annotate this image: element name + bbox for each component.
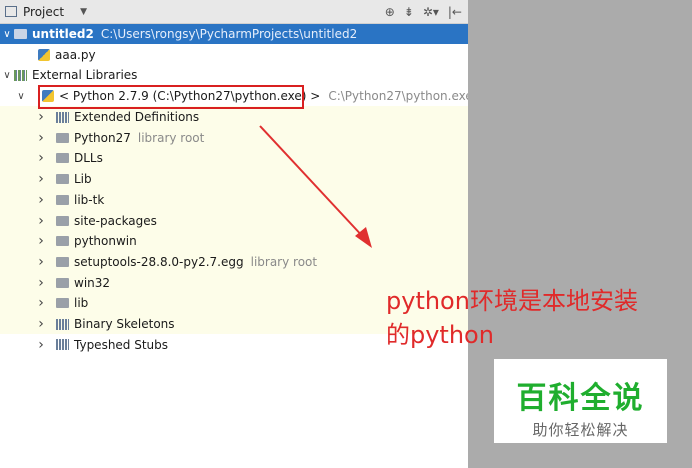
chevron-right-icon[interactable]: › [34, 109, 48, 125]
folder-icon [56, 132, 69, 143]
library-item-label: win32 [74, 275, 111, 290]
tree-row-library-item[interactable]: › Typeshed Stubs [34, 335, 168, 355]
tree-row-library-item[interactable]: › win32 [34, 273, 110, 293]
library-item-label: DLLs [74, 151, 103, 166]
folder-icon [14, 29, 27, 39]
folder-icon [56, 215, 69, 226]
tree-row-project-root[interactable]: ∨ untitled2 C:\Users\rongsy\PycharmProje… [0, 24, 468, 44]
library-item-label: lib-tk [74, 192, 105, 207]
folder-icon [56, 277, 69, 288]
tree-row-library-item[interactable]: › lib [34, 293, 88, 313]
project-name: untitled2 [32, 27, 94, 41]
library-icon [56, 111, 69, 123]
tree-row-library-item[interactable]: › pythonwin [34, 231, 137, 251]
tree-row-library-item[interactable]: › Extended Definitions [34, 107, 199, 127]
chevron-right-icon[interactable]: › [34, 295, 48, 311]
chevron-down-icon[interactable]: ∨ [0, 70, 14, 81]
chevron-right-icon[interactable]: › [34, 337, 48, 353]
hide-icon[interactable]: |← [448, 5, 462, 19]
sdk-path: C:\Python27\python.exe [328, 89, 473, 103]
tree-row-library-item[interactable]: › DLLs [34, 148, 103, 168]
folder-icon [56, 194, 69, 205]
library-item-label: Python27 [74, 130, 131, 145]
tree-row-library-item[interactable]: › site-packages [34, 211, 157, 231]
folder-icon [56, 174, 69, 185]
gear-icon[interactable]: ✲▾ [423, 5, 439, 19]
chevron-right-icon[interactable]: › [34, 192, 48, 208]
project-path: C:\Users\rongsy\PycharmProjects\untitled… [100, 27, 358, 41]
view-dropdown-caret-icon[interactable]: ▼ [80, 7, 87, 17]
tree-row-external-libraries[interactable]: ∨ External Libraries [0, 65, 137, 85]
file-name: aaa.py [55, 48, 96, 62]
external-libraries-label: External Libraries [32, 68, 138, 82]
library-item-label: pythonwin [74, 234, 137, 249]
toolbar-actions: ⊕ ⇟ ✲▾ |← [385, 0, 462, 23]
folder-icon [56, 298, 69, 309]
chevron-right-icon[interactable]: › [34, 213, 48, 229]
collapse-icon[interactable]: ⇟ [404, 5, 414, 19]
tree-row-file[interactable]: aaa.py [38, 45, 96, 65]
library-icon [56, 318, 69, 330]
library-item-label: Lib [74, 172, 92, 187]
project-view-icon [5, 6, 17, 17]
library-icon [14, 69, 27, 81]
chevron-right-icon[interactable]: › [34, 316, 48, 332]
library-root-hint: library root [137, 130, 205, 145]
tree-row-library-item[interactable]: › setuptools-28.8.0-py2.7.egg library root [34, 252, 317, 272]
folder-icon [56, 236, 69, 247]
target-icon[interactable]: ⊕ [385, 5, 395, 19]
annotation-line-2: 的python [386, 321, 494, 349]
chevron-right-icon[interactable]: › [34, 171, 48, 187]
project-panel: Project ▼ ⊕ ⇟ ✲▾ |← ∨ untitled2 C:\Users… [0, 0, 473, 468]
tree-row-library-item[interactable]: › Lib [34, 169, 92, 189]
tree-row-library-item[interactable]: › Python27 library root [34, 128, 204, 148]
watermark-title: 百科全说 [516, 381, 645, 416]
folder-icon [56, 256, 69, 267]
project-view-title[interactable]: Project [23, 5, 64, 19]
folder-icon [56, 153, 69, 164]
library-item-label: site-packages [74, 213, 157, 228]
library-item-label: Typeshed Stubs [74, 337, 169, 352]
project-toolbar: Project ▼ ⊕ ⇟ ✲▾ |← [0, 0, 468, 24]
library-item-label: Extended Definitions [74, 110, 200, 124]
library-item-label: setuptools-28.8.0-py2.7.egg [74, 254, 244, 269]
chevron-right-icon[interactable]: › [34, 233, 48, 249]
chevron-down-icon[interactable]: ∨ [14, 91, 28, 102]
tree-row-library-item[interactable]: › lib-tk [34, 190, 104, 210]
chevron-right-icon[interactable]: › [34, 254, 48, 270]
chevron-down-icon[interactable]: ∨ [0, 29, 14, 40]
annotation-line-1: python环境是本地安装 [386, 287, 638, 315]
library-item-label: lib [74, 296, 89, 311]
watermark-badge: 百科全说 助你轻松解决 [494, 359, 667, 443]
chevron-right-icon[interactable]: › [34, 130, 48, 146]
library-item-label: Binary Skeletons [74, 317, 175, 331]
watermark-subtitle: 助你轻松解决 [532, 421, 629, 439]
annotation-highlight-box [38, 85, 304, 109]
library-root-hint: library root [250, 254, 318, 269]
python-file-icon [38, 49, 50, 61]
chevron-right-icon[interactable]: › [34, 275, 48, 291]
annotation-text: python环境是本地安装 的python [386, 284, 686, 352]
library-icon [56, 339, 69, 351]
tree-row-library-item[interactable]: › Binary Skeletons [34, 314, 175, 334]
chevron-right-icon[interactable]: › [34, 150, 48, 166]
